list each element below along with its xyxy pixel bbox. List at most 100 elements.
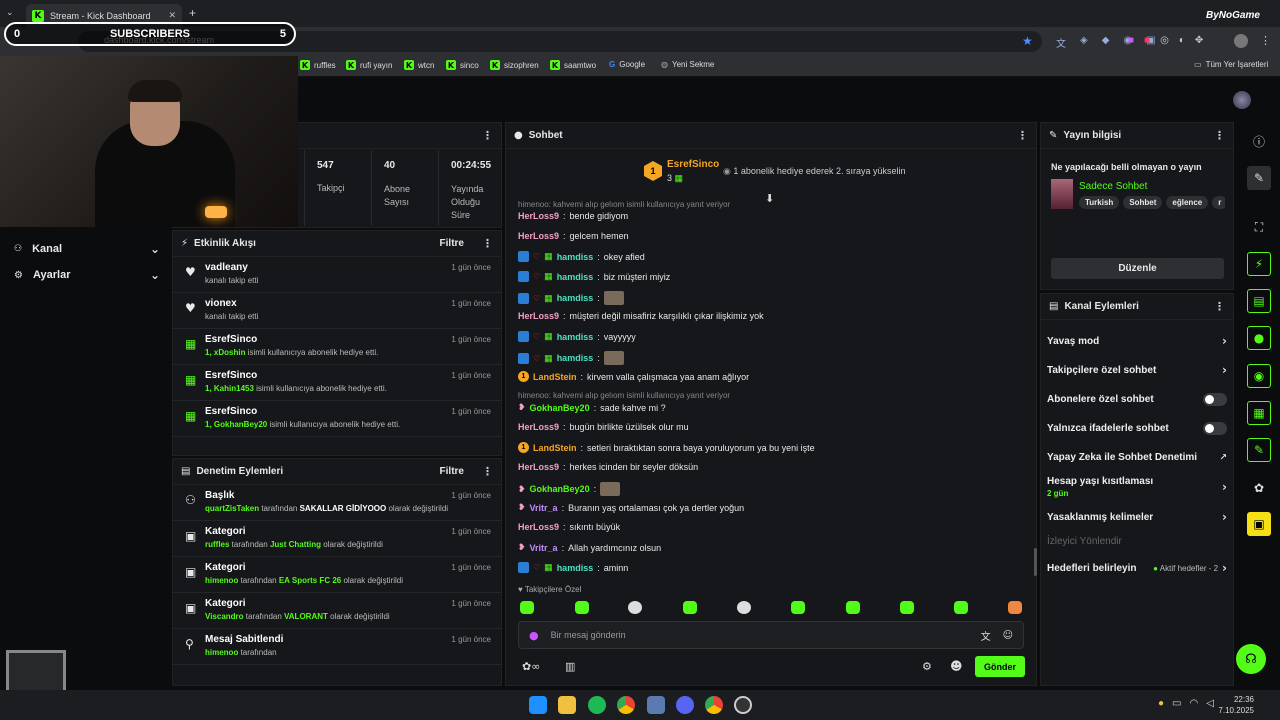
emote-only-chat[interactable]: Yalnızca ifadelerle sohbet (1047, 422, 1227, 435)
emote[interactable] (1008, 601, 1022, 614)
nav-kanal[interactable]: ⚇ Kanal ⌄ (14, 242, 160, 256)
extension-icon[interactable]: ■ (1144, 35, 1150, 46)
user-avatar[interactable] (1233, 91, 1251, 109)
extension-icon[interactable]: ◈ (1080, 35, 1088, 50)
emoji-icon[interactable]: ☻ (950, 659, 963, 673)
chat-username[interactable]: hamdiss (557, 252, 594, 262)
account-age[interactable]: Hesap yaşı kısıtlaması 2 gün › (1047, 476, 1227, 498)
followers-only-chat[interactable]: Takipçilere özel sohbet › (1047, 363, 1227, 377)
chat-username[interactable]: HerLoss9 (518, 311, 559, 321)
emote[interactable] (900, 601, 914, 614)
extension-icon[interactable]: ◆ (1102, 35, 1110, 50)
emote[interactable] (737, 601, 751, 614)
bookmark-item[interactable]: Ksinco (446, 60, 479, 70)
emote[interactable] (575, 601, 589, 614)
windows-start-icon[interactable] (529, 696, 547, 714)
chat-username[interactable]: Vritr_a (530, 503, 558, 513)
emote[interactable] (628, 601, 642, 614)
scroll-down-icon[interactable]: ⬇ (765, 192, 774, 205)
emotes-icon[interactable]: ✿ (1247, 476, 1271, 500)
menu-icon[interactable]: ⋮ (1260, 34, 1271, 47)
toggle-switch[interactable] (1203, 422, 1227, 435)
nav-ayarlar[interactable]: ⚙ Ayarlar ⌄ (14, 268, 160, 282)
new-tab-icon[interactable]: + (189, 6, 196, 20)
clock[interactable]: 22:36 7.10.2025 (1214, 694, 1254, 716)
chat-username[interactable]: hamdiss (557, 272, 594, 282)
slow-mode[interactable]: Yavaş mod › (1047, 334, 1227, 348)
wifi-icon[interactable]: ◠ (1190, 698, 1199, 709)
edit-icon[interactable]: ✎ (1247, 166, 1271, 190)
chat-input[interactable]: ● Bir mesaj gönderin 文 ☺ (518, 621, 1024, 649)
chat-username[interactable]: hamdiss (557, 332, 594, 342)
chat-username[interactable]: HerLoss9 (518, 522, 559, 532)
bookmark-item[interactable]: G Google (609, 60, 645, 69)
profile-avatar[interactable] (1234, 34, 1248, 48)
more-options-icon[interactable]: ⋮ (482, 129, 493, 142)
puzzle-icon[interactable]: ✥ (1195, 35, 1203, 46)
store-icon[interactable]: ▥ (565, 660, 575, 673)
subscribers-only-chat[interactable]: Abonelere özel sohbet (1047, 393, 1227, 406)
toggle-switch[interactable] (1203, 393, 1227, 406)
volume-icon[interactable]: ◁ (1206, 698, 1214, 709)
bookmark-item[interactable]: Krufi yayın (346, 60, 392, 70)
chat-username[interactable]: HerLoss9 (518, 462, 559, 472)
filter-button[interactable]: Filtre (440, 466, 464, 477)
ai-moderation[interactable]: Yapay Zeka ile Sohbet Denetimi ↗ (1047, 452, 1227, 463)
discord-icon[interactable] (676, 696, 694, 714)
obs-icon[interactable] (734, 696, 752, 714)
chat-username[interactable]: hamdiss (557, 353, 594, 363)
tag[interactable]: Sohbet (1123, 196, 1163, 209)
chat-username[interactable]: HerLoss9 (518, 211, 559, 221)
tag[interactable]: eğlence (1166, 196, 1209, 209)
bookmark-item[interactable]: ◍ Yeni Sekme (661, 60, 714, 69)
emote[interactable] (683, 601, 697, 614)
banned-words[interactable]: Yasaklanmış kelimeler › (1047, 510, 1227, 524)
emote[interactable] (954, 601, 968, 614)
chrome-icon[interactable] (705, 696, 723, 714)
more-options-icon[interactable]: ⋮ (482, 237, 493, 250)
send-button[interactable]: Gönder (975, 656, 1025, 677)
bookmark-star-icon[interactable]: ★ (1022, 34, 1033, 48)
tab-list-icon[interactable]: ⌄ (6, 7, 14, 18)
emote[interactable] (846, 601, 860, 614)
broadcast-icon[interactable]: ◉ (1247, 364, 1271, 388)
extension-icon[interactable]: ■ (1128, 35, 1134, 46)
file-explorer-icon[interactable] (558, 696, 576, 714)
chat-username[interactable]: GokhanBey20 (530, 403, 590, 413)
clip-icon[interactable]: ⛶ (1247, 215, 1271, 239)
clapper-icon[interactable]: ▣ (1247, 512, 1271, 536)
microphone-icon[interactable]: ● (1158, 698, 1164, 709)
chat-username[interactable]: hamdiss (557, 563, 594, 573)
bookmark-item[interactable]: Ksaamtwo (550, 60, 596, 70)
translate-icon[interactable]: 文 (1056, 35, 1066, 50)
translate-icon[interactable]: 文 (981, 628, 991, 643)
chat-username[interactable]: Vritr_a (530, 543, 558, 553)
bolt-icon[interactable]: ⚡ (1247, 252, 1271, 276)
chat-username[interactable]: GokhanBey20 (530, 484, 590, 494)
set-goals[interactable]: Hedefleri belirleyin ● Aktif hedefler - 2… (1047, 561, 1227, 575)
emote[interactable] (520, 601, 534, 614)
document-icon[interactable]: ▤ (1247, 289, 1271, 313)
app-icon[interactable] (647, 696, 665, 714)
wrench-icon[interactable]: ✎ (1247, 438, 1271, 462)
support-icon[interactable]: ☊ (1236, 644, 1266, 674)
bookmark-item[interactable]: Ksizophren (490, 60, 539, 70)
gear-icon[interactable]: ⚙ (922, 660, 932, 673)
chat-icon[interactable]: ● (1247, 326, 1271, 350)
edit-button[interactable]: Düzenle (1051, 258, 1224, 279)
microphone-icon[interactable]: ● (529, 629, 539, 642)
emote[interactable] (791, 601, 805, 614)
info-icon[interactable]: ⓘ (1247, 129, 1271, 153)
more-options-icon[interactable]: ⋮ (1214, 300, 1225, 313)
tag[interactable]: Turkish (1079, 196, 1120, 209)
filter-button[interactable]: Filtre (440, 238, 464, 249)
emoji-icon[interactable]: ☺ (1003, 630, 1013, 641)
bookmark-item[interactable]: Kwtcn (404, 60, 434, 70)
category-name[interactable]: Sadece Sohbet (1079, 181, 1147, 192)
chrome-icon[interactable] (617, 696, 635, 714)
spotify-icon[interactable] (588, 696, 606, 714)
chat-username[interactable]: HerLoss9 (518, 422, 559, 432)
list-icon[interactable]: ▦ (1247, 401, 1271, 425)
more-options-icon[interactable]: ⋮ (482, 465, 493, 478)
bookmark-item[interactable]: Kruffles (300, 60, 336, 70)
